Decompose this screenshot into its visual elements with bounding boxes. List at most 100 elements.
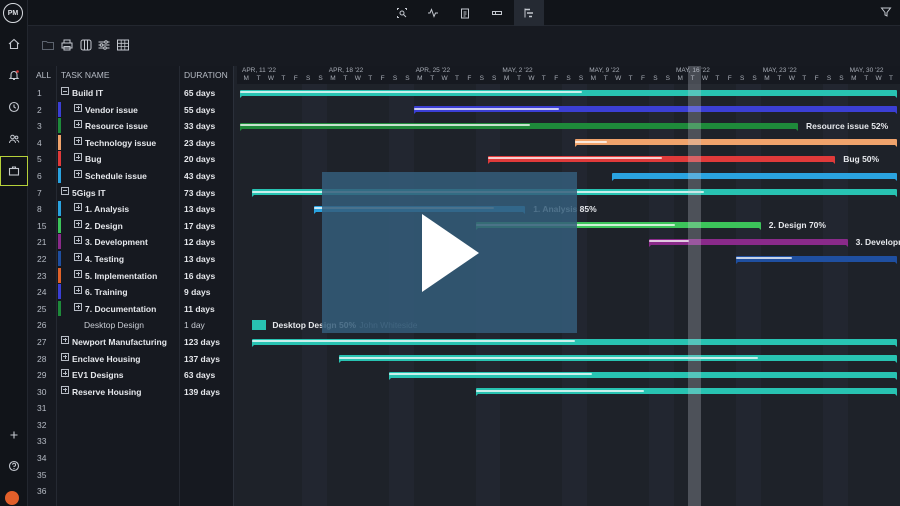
task-duration[interactable]: 123 days <box>184 337 220 347</box>
table-row[interactable]: 6 Schedule issue 43 days <box>28 167 233 184</box>
gantt-bar[interactable] <box>475 388 898 397</box>
expand-icon[interactable] <box>74 153 82 162</box>
columns-icon[interactable] <box>78 37 94 53</box>
task-name[interactable]: Bug <box>85 154 102 164</box>
task-duration[interactable]: 63 days <box>184 370 215 380</box>
col-all[interactable]: ALL <box>36 70 51 80</box>
task-duration[interactable]: 23 days <box>184 138 215 148</box>
table-row[interactable]: 5 Bug 20 days <box>28 150 233 167</box>
task-name[interactable]: Technology issue <box>85 138 156 148</box>
expand-icon[interactable] <box>61 335 69 344</box>
task-duration[interactable]: 12 days <box>184 237 215 247</box>
table-row[interactable]: 21 3. Development 12 days <box>28 233 233 250</box>
task-duration[interactable]: 65 days <box>184 88 215 98</box>
task-duration[interactable]: 17 days <box>184 221 215 231</box>
play-icon[interactable] <box>422 214 479 292</box>
task-duration[interactable]: 13 days <box>184 204 215 214</box>
gantt-bar[interactable] <box>240 89 898 98</box>
table-row[interactable]: 27 Newport Manufacturing 123 days <box>28 333 233 350</box>
expand-icon[interactable] <box>74 236 82 245</box>
table-row[interactable]: 34 <box>28 449 233 466</box>
task-name[interactable]: 6. Training <box>85 287 128 297</box>
table-row[interactable]: 31 <box>28 399 233 416</box>
home-icon[interactable] <box>4 34 24 54</box>
expand-icon[interactable] <box>74 203 82 212</box>
table-row[interactable]: 33 <box>28 432 233 449</box>
clipboard-icon[interactable] <box>450 0 480 26</box>
table-row[interactable]: 4 Technology issue 23 days <box>28 134 233 151</box>
task-duration[interactable]: 43 days <box>184 171 215 181</box>
col-task-name[interactable]: TASK NAME <box>61 70 110 80</box>
table-row[interactable]: 29 EV1 Designs 63 days <box>28 366 233 383</box>
portfolio-icon[interactable] <box>0 156 28 186</box>
open-icon[interactable] <box>40 37 56 53</box>
task-duration[interactable]: 139 days <box>184 387 220 397</box>
table-row[interactable]: 8 1. Analysis 13 days <box>28 200 233 217</box>
gantt-bar[interactable] <box>736 255 898 264</box>
print-icon[interactable] <box>59 37 75 53</box>
gantt-bar[interactable] <box>488 155 836 164</box>
gantt-bar[interactable] <box>612 172 898 181</box>
expand-icon[interactable] <box>74 219 82 228</box>
expand-icon[interactable] <box>74 269 82 278</box>
task-name[interactable]: Desktop Design <box>84 320 144 330</box>
task-name[interactable]: 2. Design <box>85 221 123 231</box>
task-name[interactable]: Resource issue <box>85 121 148 131</box>
sheet-icon[interactable] <box>482 0 512 26</box>
table-row[interactable]: 3 Resource issue 33 days <box>28 117 233 134</box>
gantt-bar[interactable] <box>252 338 898 347</box>
table-row[interactable]: 15 2. Design 17 days <box>28 217 233 234</box>
add-icon[interactable] <box>4 425 24 445</box>
gantt-bar[interactable] <box>574 139 898 148</box>
table-row[interactable]: 35 <box>28 466 233 483</box>
task-name[interactable]: Build IT <box>72 88 103 98</box>
task-name[interactable]: Schedule issue <box>85 171 147 181</box>
activity-icon[interactable] <box>418 0 448 26</box>
expand-icon[interactable] <box>74 120 82 129</box>
task-name[interactable]: Enclave Housing <box>72 354 141 364</box>
task-name[interactable]: 4. Testing <box>85 254 124 264</box>
expand-icon[interactable] <box>74 286 82 295</box>
table-row[interactable]: 36 <box>28 482 233 499</box>
task-name[interactable]: Newport Manufacturing <box>72 337 167 347</box>
avatar[interactable] <box>5 491 19 505</box>
table-row[interactable]: 2 Vendor issue 55 days <box>28 101 233 118</box>
task-name[interactable]: 1. Analysis <box>85 204 129 214</box>
help-icon[interactable] <box>4 456 24 476</box>
table-row[interactable]: 25 7. Documentation 11 days <box>28 300 233 317</box>
grid-icon[interactable] <box>115 37 131 53</box>
expand-icon[interactable] <box>74 169 82 178</box>
milestone-marker[interactable] <box>252 320 267 331</box>
filter-icon[interactable] <box>880 5 892 23</box>
expand-icon[interactable] <box>74 302 82 311</box>
task-duration[interactable]: 137 days <box>184 354 220 364</box>
video-overlay[interactable] <box>322 172 577 333</box>
team-icon[interactable] <box>4 129 24 149</box>
task-name[interactable]: Vendor issue <box>85 105 138 115</box>
table-row[interactable]: 22 4. Testing 13 days <box>28 250 233 267</box>
task-duration[interactable]: 1 day <box>184 320 205 330</box>
task-name[interactable]: 3. Development <box>85 237 148 247</box>
table-row[interactable]: 23 5. Implementation 16 days <box>28 267 233 284</box>
table-row[interactable]: 7 5Gigs IT 73 days <box>28 184 233 201</box>
table-row[interactable]: 28 Enclave Housing 137 days <box>28 350 233 367</box>
time-icon[interactable] <box>4 97 24 117</box>
table-row[interactable]: 24 6. Training 9 days <box>28 283 233 300</box>
collapse-icon[interactable] <box>61 87 69 95</box>
task-name[interactable]: 5. Implementation <box>85 271 157 281</box>
expand-icon[interactable] <box>61 385 69 394</box>
task-duration[interactable]: 13 days <box>184 254 215 264</box>
task-duration[interactable]: 55 days <box>184 105 215 115</box>
expand-icon[interactable] <box>74 252 82 261</box>
task-duration[interactable]: 16 days <box>184 271 215 281</box>
task-name[interactable]: 5Gigs IT <box>72 188 106 198</box>
timeline-search-icon[interactable] <box>387 0 417 26</box>
gantt-bar[interactable] <box>339 355 898 364</box>
table-row[interactable]: 32 <box>28 416 233 433</box>
expand-icon[interactable] <box>61 352 69 361</box>
expand-icon[interactable] <box>74 136 82 145</box>
notifications-icon[interactable] <box>4 65 24 85</box>
gantt-bar[interactable] <box>240 122 798 131</box>
task-duration[interactable]: 33 days <box>184 121 215 131</box>
task-duration[interactable]: 73 days <box>184 188 215 198</box>
